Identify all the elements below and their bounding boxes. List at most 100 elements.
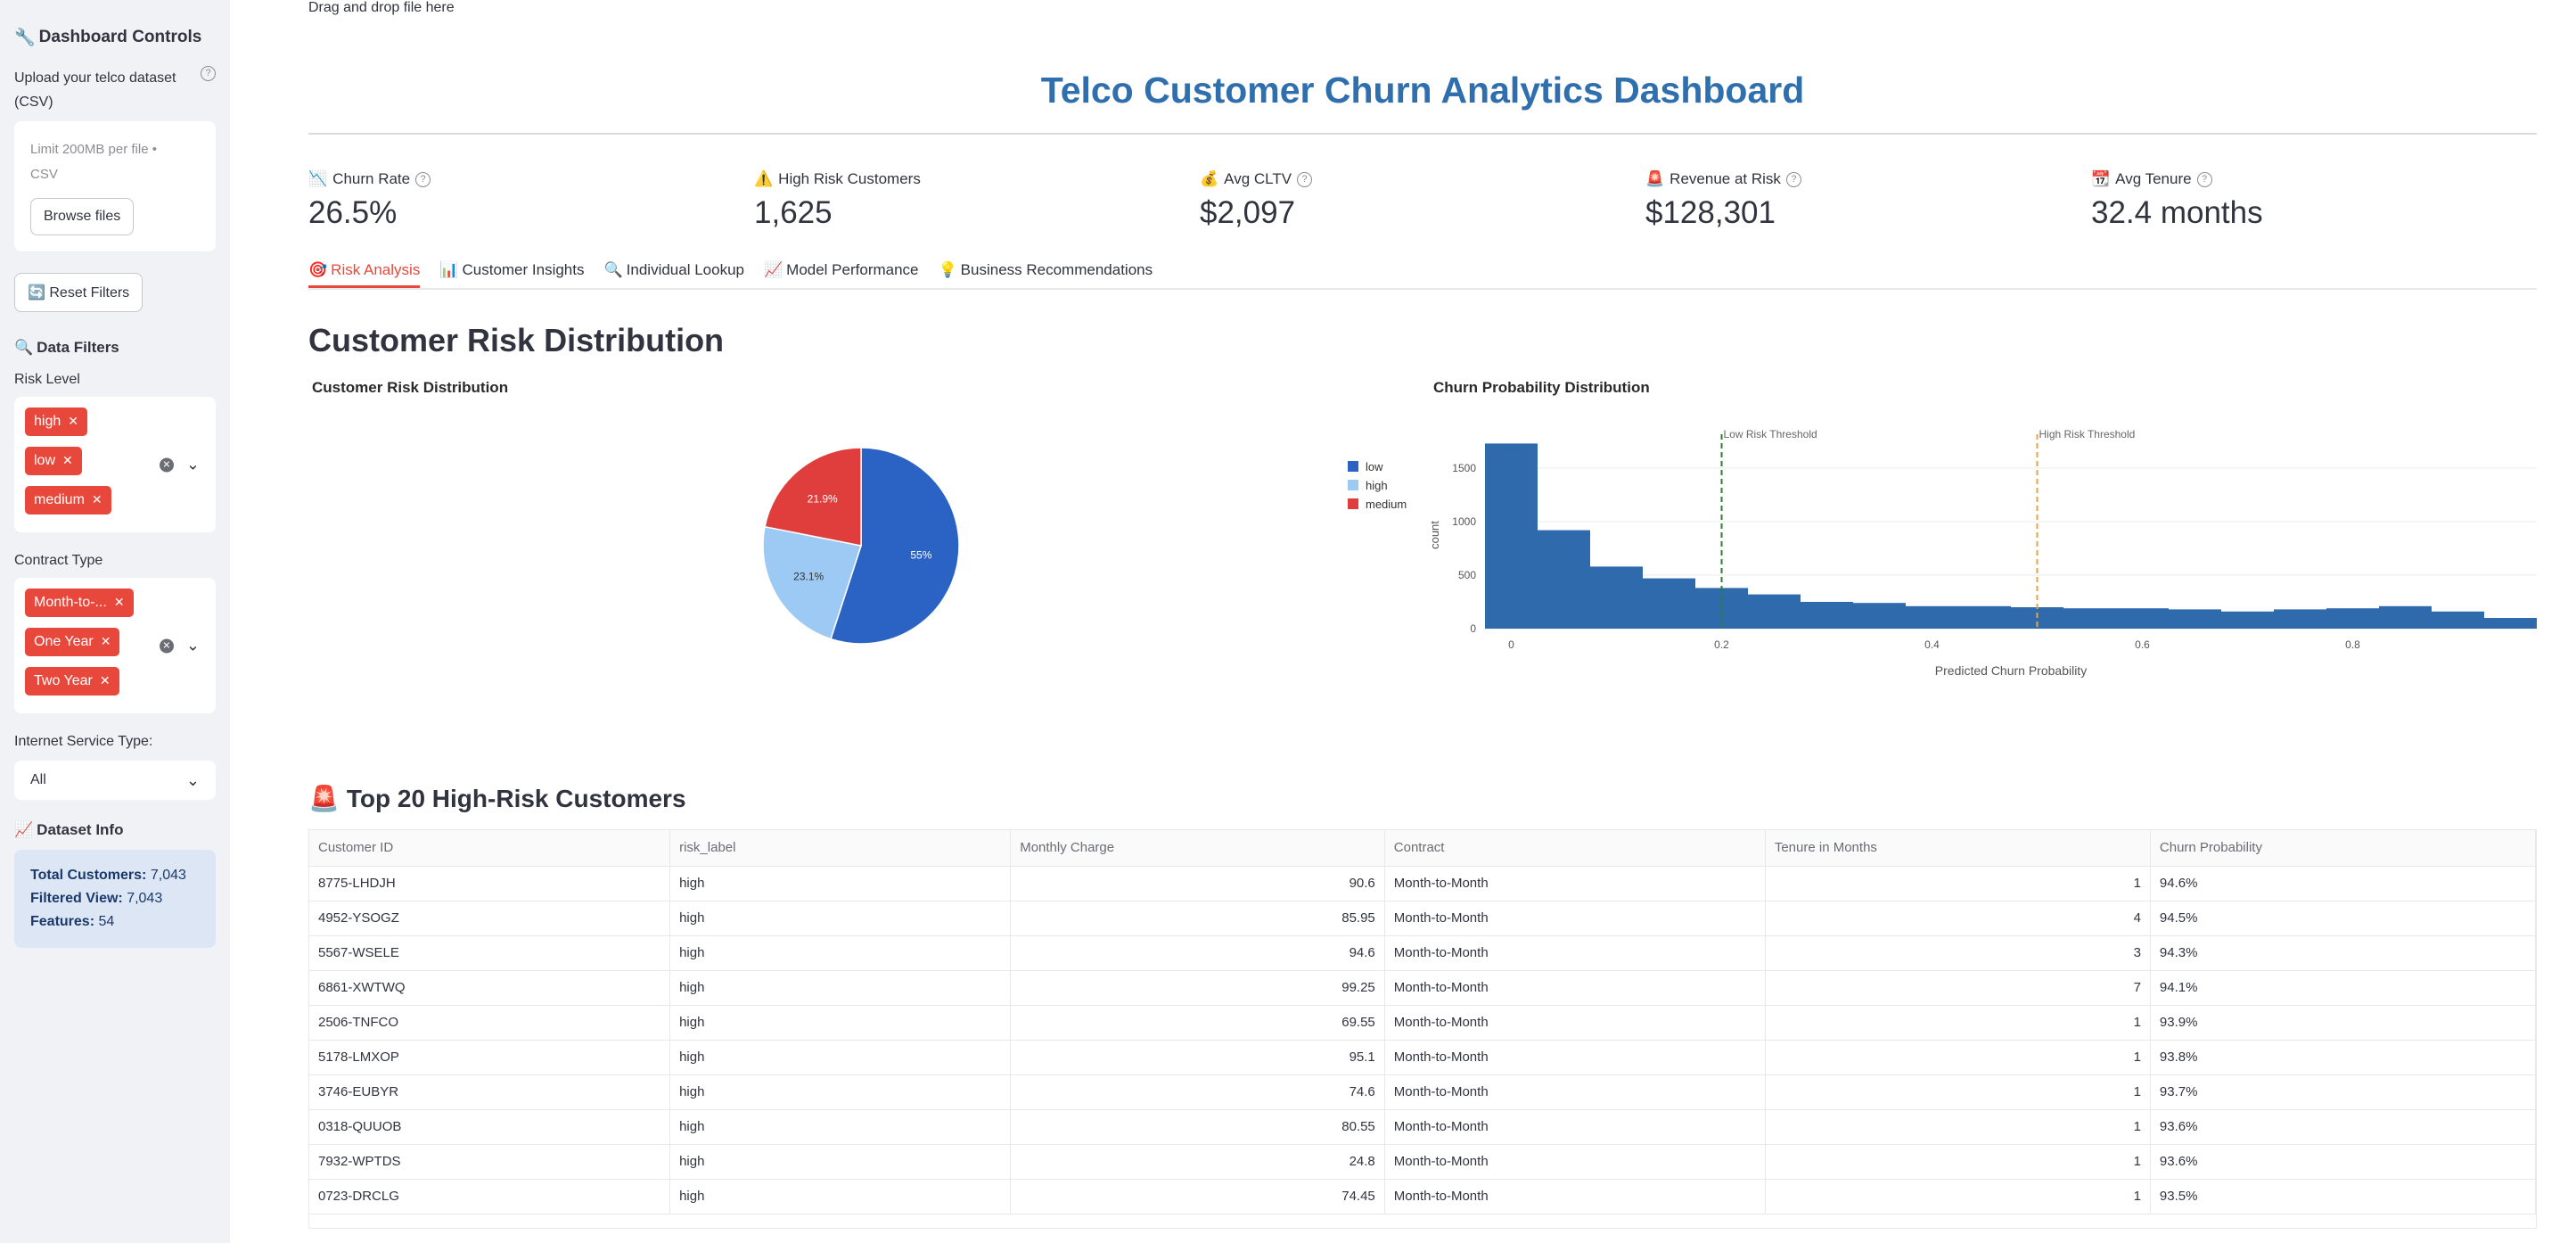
table-cell: 95.1 [1010, 1040, 1385, 1075]
table-title: 🚨 Top 20 High-Risk Customers [308, 784, 2537, 813]
metric-label: Avg Tenure [2115, 170, 2192, 187]
table-cell: 0318-QUUOB [309, 1109, 671, 1145]
chevron-down-icon[interactable]: ⌄ [186, 637, 200, 655]
tab-label: Business Recommendations [960, 261, 1153, 278]
table-row[interactable]: 5567-WSELE high 94.6 Month-to-Month 3 94.3% [309, 935, 2536, 971]
table-cell: 7 [1765, 970, 2151, 1006]
table-row[interactable]: 8775-LHDJH high 90.6 Month-to-Month 1 94.6% [309, 866, 2536, 901]
chevron-down-icon[interactable]: ⌄ [186, 456, 200, 474]
risk-level-multiselect[interactable]: high ✕ low ✕ medium ✕ ✕ ⌄ [14, 397, 216, 532]
help-icon[interactable]: ? [1785, 171, 1801, 187]
table-cell: 94.1% [2150, 970, 2536, 1006]
tab-business-recommendations[interactable]: 💡 Business Recommendations [939, 254, 1153, 288]
tab-individual-lookup[interactable]: 🔍 Individual Lookup [603, 254, 744, 288]
browse-files-button[interactable]: Browse files [30, 198, 135, 235]
close-icon[interactable]: ✕ [100, 673, 111, 687]
clear-all-icon[interactable]: ✕ [159, 638, 174, 653]
risk-chip-low[interactable]: low ✕ [25, 447, 82, 475]
target-icon: 🎯 [308, 261, 328, 278]
column-header[interactable]: Tenure in Months [1765, 830, 2151, 867]
filters-title-text: Data Filters [37, 339, 119, 356]
histogram-bar [1801, 602, 1853, 629]
table-row[interactable]: 5178-LMXOP high 95.1 Month-to-Month 1 93.8% [309, 1040, 2536, 1075]
table-cell: Month-to-Month [1384, 970, 1766, 1006]
contract-type-multiselect[interactable]: Month-to-... ✕ One Year ✕ Two Year ✕ ✕ ⌄ [14, 578, 216, 713]
column-header[interactable]: Customer ID [309, 830, 671, 867]
table-cell: Month-to-Month [1384, 935, 1766, 971]
table-row[interactable]: 0318-QUUOB high 80.55 Month-to-Month 1 93.6% [309, 1109, 2536, 1145]
x-tick-label: 0.6 [2135, 638, 2150, 651]
siren-icon: 🚨 [1645, 170, 1665, 187]
contract-chip-two-year[interactable]: Two Year ✕ [25, 667, 119, 696]
table-row[interactable]: 6861-XWTWQ high 99.25 Month-to-Month 7 94.1% [309, 970, 2536, 1006]
chip-label: high [34, 414, 62, 429]
close-icon[interactable]: ✕ [101, 634, 111, 648]
help-icon[interactable]: ? [2196, 171, 2212, 187]
histogram-bar [1643, 578, 1695, 629]
table-cell: high [669, 935, 1012, 971]
upload-label: Upload your telco dataset (CSV) ? [14, 66, 216, 114]
table-cell: 93.6% [2150, 1109, 2536, 1145]
clear-all-icon[interactable]: ✕ [159, 457, 174, 472]
close-icon[interactable]: ✕ [114, 595, 125, 609]
table-row[interactable]: 7932-WPTDS high 24.8 Month-to-Month 1 93.6% [309, 1144, 2536, 1180]
contract-chip-month[interactable]: Month-to-... ✕ [25, 589, 134, 617]
reset-filters-button[interactable]: 🔄 Reset Filters [14, 273, 144, 312]
table-cell: 1 [1765, 1144, 2151, 1180]
table-cell: 93.6% [2150, 1144, 2536, 1180]
table-cell: Month-to-Month [1384, 901, 1766, 936]
metric-churn-rate: 📉 Churn Rate? 26.5% [308, 169, 754, 231]
table-cell: 8775-LHDJH [309, 866, 671, 901]
table-cell: Month-to-Month [1384, 1144, 1766, 1180]
metric-avg-cltv: 💰 Avg CLTV? $2,097 [1200, 169, 1645, 231]
contract-type-label: Contract Type [14, 553, 103, 568]
table-cell: 69.55 [1010, 1005, 1385, 1041]
table-cell: high [669, 1109, 1012, 1145]
tab-model-performance[interactable]: 📈 Model Performance [764, 254, 919, 288]
table-row[interactable]: 0723-DRCLG high 74.45 Month-to-Month 1 93.5% [309, 1179, 2536, 1214]
table-cell: 1 [1765, 1074, 2151, 1110]
contract-chip-one-year[interactable]: One Year ✕ [25, 628, 120, 656]
chip-label: medium [34, 492, 85, 507]
table-row[interactable]: 4952-YSOGZ high 85.95 Month-to-Month 4 94.5% [309, 901, 2536, 936]
close-icon[interactable]: ✕ [62, 453, 73, 467]
info-total-label: Total Customers: [30, 868, 147, 883]
histogram-bar [2484, 618, 2537, 629]
metric-label: Churn Rate [332, 170, 411, 187]
table-cell: 1 [1765, 1005, 2151, 1041]
help-icon[interactable]: ? [201, 66, 216, 81]
tab-risk-analysis[interactable]: 🎯 Risk Analysis [308, 254, 421, 288]
help-icon[interactable]: ? [1297, 171, 1313, 187]
pie-chart: 55% 23.1% 21.9% low high medium [762, 447, 1407, 645]
table-cell: Month-to-Month [1384, 1074, 1766, 1110]
risk-chip-high[interactable]: high ✕ [25, 407, 87, 436]
column-header[interactable]: Contract [1384, 830, 1766, 867]
close-icon[interactable]: ✕ [68, 414, 78, 428]
file-dropzone[interactable]: Drag and drop file here Limit 200MB per … [14, 0, 455, 251]
table-cell: high [669, 1040, 1012, 1075]
info-features: Features: 54 [30, 910, 200, 934]
sidebar-title: 🔧 Dashboard Controls [14, 27, 216, 48]
table-cell: 99.25 [1010, 970, 1385, 1006]
x-axis-label: Predicted Churn Probability [1935, 663, 2087, 678]
help-icon[interactable]: ? [415, 171, 431, 187]
tab-customer-insights[interactable]: 📊 Customer Insights [439, 254, 584, 288]
divider [308, 133, 2537, 135]
y-tick-label: 1000 [1452, 515, 1476, 528]
internet-service-select[interactable]: All ⌄ [14, 761, 216, 800]
table-row[interactable]: 3746-EUBYR high 74.6 Month-to-Month 1 93.7% [309, 1074, 2536, 1110]
tab-bar: 🎯 Risk Analysis 📊 Customer Insights 🔍 Indiv… [308, 254, 2537, 290]
chip-label: low [34, 453, 56, 468]
pie-slice-label: 23.1% [793, 571, 824, 583]
chart-up-icon: 📈 [763, 261, 783, 278]
data-table[interactable]: Customer ID risk_label Monthly Charge Contr… [308, 829, 2537, 1229]
close-icon[interactable]: ✕ [92, 492, 103, 506]
column-header[interactable]: risk_label [669, 830, 1012, 867]
legend-swatch-medium [1348, 498, 1358, 509]
table-header-row: Customer ID risk_label Monthly Charge Contr… [309, 830, 2536, 867]
column-header[interactable]: Monthly Charge [1010, 830, 1385, 867]
select-value: All [30, 772, 46, 787]
risk-chip-medium[interactable]: medium ✕ [25, 486, 111, 514]
table-row[interactable]: 2506-TNFCO high 69.55 Month-to-Month 1 93.9% [309, 1005, 2536, 1041]
column-header[interactable]: Churn Probability [2150, 830, 2536, 867]
